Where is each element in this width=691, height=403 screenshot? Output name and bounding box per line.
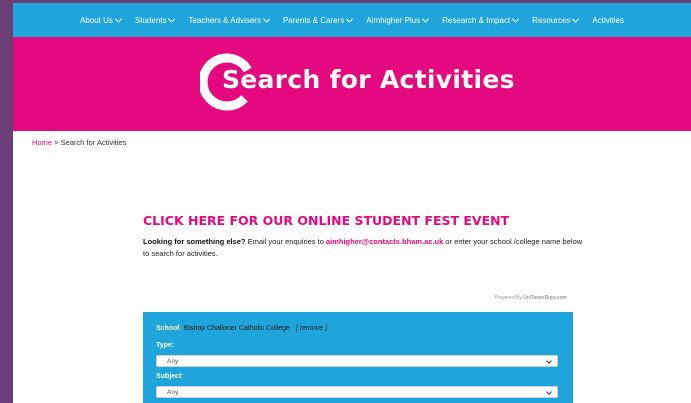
chevron-down-icon: [546, 358, 552, 364]
subject-label: Subject:: [156, 373, 184, 380]
breadcrumb-separator: >: [52, 138, 61, 147]
chevron-down-icon: [168, 15, 176, 23]
search-form-panel: School: Bishop Challoner Catholic College…: [143, 312, 573, 403]
nav-item-label: Resources: [532, 15, 571, 25]
page-frame: About Us Students Teachers & Advisers Paren…: [13, 3, 691, 403]
intro-text-part1: Email your enquiries to: [245, 237, 326, 246]
school-row: School: Bishop Challoner Catholic College…: [156, 325, 327, 332]
type-label: Type:: [156, 342, 175, 349]
nav-item-label: About Us: [80, 15, 113, 25]
school-label: School:: [156, 325, 182, 332]
nav-item-research-impact[interactable]: Research & Impact: [435, 15, 525, 25]
powered-by-prefix: Powered By: [495, 295, 524, 301]
student-fest-link[interactable]: CLICK HERE FOR OUR ONLINE STUDENT FEST E…: [143, 213, 509, 228]
nav-item-label: Teachers & Advisers: [188, 15, 261, 25]
powered-by: Powered By UniTasterDays.com: [495, 295, 567, 301]
email-link[interactable]: aimhigher@contacts.bham.ac.uk: [326, 237, 443, 246]
type-select[interactable]: Any: [156, 355, 558, 367]
nav-item-activities[interactable]: Activities: [585, 16, 631, 25]
nav-item-label: Parents & Carers: [282, 15, 345, 25]
nav-item-label: Research & Impact: [442, 15, 511, 25]
nav-item-parents-carers[interactable]: Parents & Carers: [276, 15, 359, 25]
intro-text: Looking for something else? Email your e…: [143, 236, 583, 260]
school-name: Bishop Challoner Catholic College: [183, 325, 290, 332]
chevron-down-icon: [512, 15, 520, 23]
nav-item-aimhigher-plus[interactable]: Aimhigher Plus: [359, 15, 435, 25]
unitasterdays-link[interactable]: UniTasterDays.com: [523, 295, 566, 301]
breadcrumb-current: Search for Activities: [60, 138, 127, 147]
breadcrumb-home-link[interactable]: Home: [32, 138, 52, 147]
page-title: Search for Activities: [222, 65, 515, 94]
chevron-down-icon: [422, 15, 430, 23]
chevron-down-icon: [346, 15, 354, 23]
nav-item-label: Aimhigher Plus: [366, 15, 421, 25]
chevron-down-icon: [572, 15, 580, 23]
intro-bold: Looking for something else?: [143, 237, 246, 246]
chevron-down-icon: [114, 15, 122, 23]
nav-item-label: Students: [134, 15, 167, 25]
nav-item-resources[interactable]: Resources: [525, 15, 585, 25]
subject-select-value: Any: [167, 388, 179, 396]
nav-list: About Us Students Teachers & Advisers Paren…: [73, 15, 631, 25]
main-navigation: About Us Students Teachers & Advisers Paren…: [13, 3, 691, 37]
subject-select[interactable]: Any: [156, 386, 558, 398]
remove-school-link[interactable]: [ remove ]: [296, 325, 327, 332]
breadcrumb: Home > Search for Activities: [32, 138, 126, 147]
chevron-down-icon: [546, 389, 552, 395]
nav-item-teachers-advisers[interactable]: Teachers & Advisers: [181, 15, 275, 25]
type-select-value: Any: [167, 357, 179, 365]
nav-item-about-us[interactable]: About Us: [73, 15, 128, 25]
chevron-down-icon: [262, 15, 271, 23]
nav-item-students[interactable]: Students: [128, 15, 182, 25]
hero-banner: Search for Activities: [13, 37, 691, 131]
nav-item-label: Activities: [592, 15, 624, 25]
